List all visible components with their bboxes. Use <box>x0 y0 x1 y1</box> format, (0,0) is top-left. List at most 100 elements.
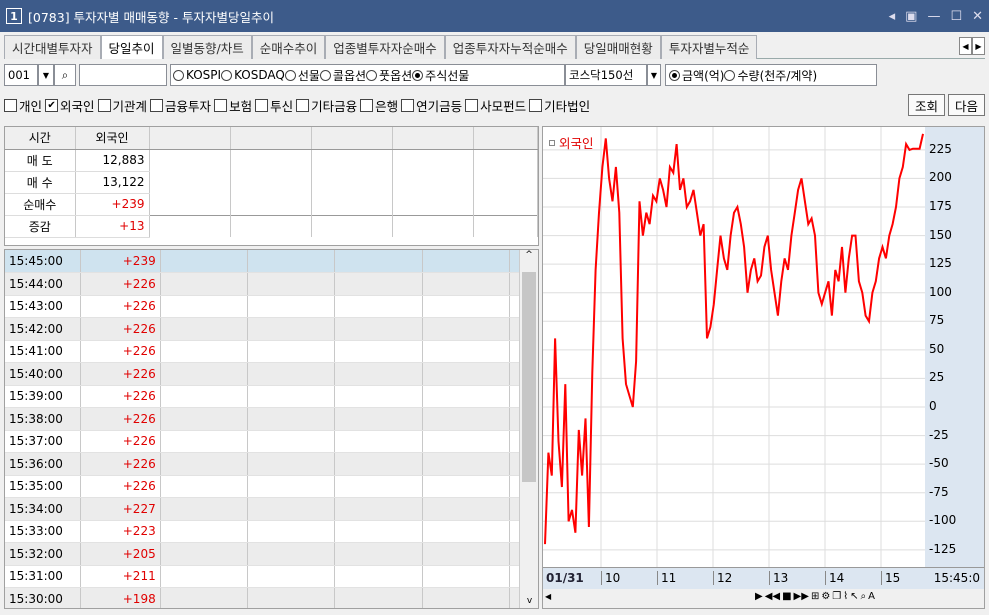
checkbox-box[interactable] <box>465 98 479 112</box>
radio-radios2-0[interactable]: 금액(억) <box>669 67 724 84</box>
window-icon[interactable]: ❐ <box>832 591 841 602</box>
font-icon[interactable]: A <box>868 591 875 602</box>
tab-6[interactable]: 당일매매현황 <box>575 35 661 59</box>
investor-checkbox[interactable]: 금융투자 <box>150 96 211 115</box>
investor-checkbox[interactable]: ✔ 외국인 <box>45 96 95 115</box>
maximize-icon[interactable]: ☐ <box>950 9 962 24</box>
radio-radios1-0[interactable]: KOSPI <box>173 68 221 82</box>
value-cell: +198 <box>80 587 161 608</box>
investor-checkbox[interactable]: 사모펀드 <box>465 96 526 115</box>
next-button[interactable]: 다음 <box>947 94 985 116</box>
radio-label: 콜옵션 <box>332 68 367 83</box>
query-button[interactable]: 조회 <box>907 94 945 116</box>
table-row[interactable]: 15:30:00 +198 <box>5 587 538 608</box>
tab-prev-icon[interactable]: ◀ <box>959 37 972 55</box>
y-tick-label: -75 <box>929 484 949 499</box>
rewind-icon[interactable]: ◀◀ <box>765 591 780 602</box>
radio-label: 금액(억) <box>682 68 725 83</box>
tab-4[interactable]: 업종별투자자순매수 <box>325 35 445 59</box>
table-row[interactable]: 15:42:00 +226 <box>5 317 538 341</box>
tab-0[interactable]: 시간대별투자자 <box>4 35 101 59</box>
table-row[interactable]: 15:32:00 +205 <box>5 542 538 566</box>
checkbox-box[interactable]: ✔ <box>45 98 59 112</box>
table-row[interactable]: 15:31:00 +211 <box>5 565 538 588</box>
scroll-thumb[interactable] <box>522 272 536 482</box>
stop-icon[interactable]: ■ <box>782 591 791 602</box>
table-row[interactable]: 15:40:00 +226 <box>5 362 538 386</box>
radio-radios1-1[interactable]: KOSDAQ <box>221 68 285 82</box>
investor-checkbox[interactable]: 보험 <box>214 96 252 115</box>
summary-value: +13 <box>75 215 150 238</box>
checkbox-box[interactable] <box>360 98 374 112</box>
table-row[interactable]: 15:35:00 +226 <box>5 475 538 498</box>
tab-5[interactable]: 업종투자자누적순매수 <box>444 35 576 59</box>
value-cell: +226 <box>80 362 161 386</box>
mini-window-icon[interactable]: ▣ <box>905 9 917 24</box>
table-row[interactable]: 15:41:00 +226 <box>5 340 538 363</box>
table-row[interactable]: 15:45:00 +239 <box>5 250 538 273</box>
checkbox-box[interactable] <box>97 98 111 112</box>
search-icon[interactable]: ⌕ <box>54 64 76 86</box>
x-tick-label: 12 <box>713 571 732 585</box>
table-row[interactable]: 15:44:00 +226 <box>5 272 538 296</box>
chart-icon[interactable]: ⌇ <box>843 591 848 602</box>
investor-checkbox[interactable]: 기타금융 <box>296 96 357 115</box>
investor-checkbox[interactable]: 기관계 <box>97 96 147 115</box>
time-cell: 15:32:00 <box>5 542 81 566</box>
table-row[interactable]: 15:34:00 +227 <box>5 497 538 521</box>
checkbox-box[interactable] <box>150 98 164 112</box>
investor-checkbox[interactable]: 은행 <box>360 96 398 115</box>
minimize-icon[interactable]: — <box>927 9 940 24</box>
radio-radios1-5[interactable]: 주식선물 <box>412 67 469 84</box>
investor-checkbox[interactable]: 개인 <box>4 96 42 115</box>
name-input[interactable] <box>79 64 167 86</box>
cursor-icon[interactable]: ↖ <box>850 591 858 602</box>
checkbox-box[interactable] <box>296 98 310 112</box>
code-input[interactable]: 001 <box>4 64 38 86</box>
table-row[interactable]: 15:33:00 +223 <box>5 520 538 543</box>
pin-icon[interactable]: ◂ <box>889 9 896 24</box>
table-row[interactable]: 15:36:00 +226 <box>5 452 538 476</box>
tab-next-icon[interactable]: ▶ <box>972 37 985 55</box>
play-icon[interactable]: ▶ <box>755 591 763 602</box>
value-cell: +226 <box>80 317 161 341</box>
checkbox-box[interactable] <box>529 98 543 112</box>
gear-icon[interactable]: ⚙ <box>821 591 830 602</box>
tab-3[interactable]: 순매수추이 <box>251 35 326 59</box>
radio-radios1-2[interactable]: 선물 <box>284 67 320 84</box>
vertical-scrollbar[interactable]: ^ v <box>519 250 538 608</box>
checkbox-box[interactable] <box>255 98 269 112</box>
zoom-icon[interactable]: ⌕ <box>861 591 867 602</box>
x-tick-label: 10 <box>601 571 620 585</box>
y-tick-label: 100 <box>929 284 952 299</box>
unit-radio-group: 금액(억) 수량(천주/계약) <box>665 64 877 86</box>
tab-bar: 시간대별투자자 당일추이 일별동향/차트 순매수추이 업종별투자자순매수 업종투자자누적순… <box>4 35 985 59</box>
checkbox-box[interactable] <box>4 98 17 112</box>
table-row[interactable]: 15:39:00 +226 <box>5 385 538 408</box>
tab-2[interactable]: 일별동향/차트 <box>162 35 252 59</box>
market-select[interactable]: 코스닥150선 <box>565 64 647 86</box>
checkbox-box[interactable] <box>214 98 228 112</box>
investor-checkbox[interactable]: 기타법인 <box>529 96 590 115</box>
tab-7[interactable]: 투자자별누적순 <box>660 35 758 59</box>
investor-checkbox[interactable]: 연기금등 <box>401 96 462 115</box>
close-icon[interactable]: ✕ <box>972 9 983 24</box>
chevron-down-icon[interactable]: ▼ <box>647 64 661 86</box>
value-cell: +226 <box>80 272 161 296</box>
value-cell: +211 <box>80 565 161 588</box>
radio-radios1-3[interactable]: 콜옵션 <box>319 67 367 84</box>
scroll-left-icon[interactable]: ◀ <box>545 592 551 601</box>
tab-1[interactable]: 당일추이 <box>100 35 163 59</box>
radio-radios2-1[interactable]: 수량(천주/계약) <box>724 67 817 84</box>
table-row[interactable]: 15:43:00 +226 <box>5 295 538 318</box>
chevron-down-icon[interactable]: ▼ <box>38 64 54 86</box>
time-cell: 15:33:00 <box>5 520 81 543</box>
radio-radios1-4[interactable]: 풋옵션 <box>366 67 412 84</box>
table-row[interactable]: 15:37:00 +226 <box>5 430 538 453</box>
grid-icon[interactable]: ⊞ <box>811 591 819 602</box>
time-cell: 15:42:00 <box>5 317 81 341</box>
forward-icon[interactable]: ▶▶ <box>794 591 809 602</box>
investor-checkbox[interactable]: 투신 <box>255 96 293 115</box>
table-row[interactable]: 15:38:00 +226 <box>5 407 538 431</box>
checkbox-box[interactable] <box>401 98 415 112</box>
